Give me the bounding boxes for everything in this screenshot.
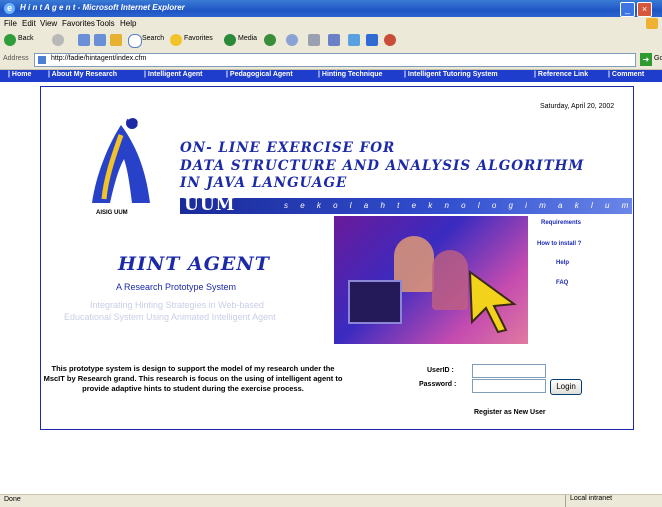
research-icon[interactable] (384, 34, 396, 46)
back-button[interactable]: Back (18, 35, 34, 42)
logo-caption: AISIG UUM (96, 210, 128, 216)
password-label: Password : (419, 381, 457, 388)
research-description: This prototype system is design to suppo… (43, 364, 343, 393)
nav-intelligent-agent[interactable]: | Intelligent Agent (144, 71, 202, 78)
search-button[interactable]: Search (142, 35, 164, 42)
login-button[interactable]: Login (550, 379, 582, 395)
minimize-button[interactable]: _ (620, 2, 635, 17)
menu-help[interactable]: Help (120, 19, 136, 28)
uum-wordmark: UUM (184, 195, 236, 215)
close-button[interactable]: × (637, 2, 652, 17)
stop-icon[interactable] (78, 34, 90, 46)
header-line-1: ON- LINE EXERCISE FOR (180, 140, 396, 156)
header-line-3: IN JAVA LANGUAGE (180, 175, 348, 191)
menu-bar: File Edit View Favorites Tools Help (0, 17, 662, 32)
history-icon[interactable] (264, 34, 276, 46)
nav-home[interactable]: | Home (8, 71, 31, 78)
back-arrow-icon[interactable] (4, 34, 16, 46)
print-icon[interactable] (308, 34, 320, 46)
menu-view[interactable]: View (40, 19, 57, 28)
students-at-computer-image (334, 216, 528, 344)
media-icon[interactable] (224, 34, 236, 46)
nav-hinting-technique[interactable]: | Hinting Technique (318, 71, 382, 78)
star-icon[interactable] (170, 34, 182, 46)
tagline-line-2: Educational System Using Animated Intell… (64, 312, 276, 322)
nav-intelligent-tutoring-system[interactable]: | Intelligent Tutoring System (404, 71, 498, 78)
refresh-icon[interactable] (94, 34, 106, 46)
menu-favorites[interactable]: Favorites (62, 19, 95, 28)
edit-icon[interactable] (328, 34, 340, 46)
student-figure (432, 250, 468, 310)
window-title: H i n t A g e n t - Microsoft Internet E… (20, 3, 185, 12)
address-label: Address (3, 55, 29, 62)
aisig-logo-icon (92, 116, 150, 203)
link-help[interactable]: Help (556, 260, 569, 266)
home-icon[interactable] (110, 34, 122, 46)
mail-icon[interactable] (286, 34, 298, 46)
link-requirements[interactable]: Requirements (541, 220, 581, 226)
status-text: Done (4, 496, 21, 503)
userid-input[interactable] (472, 364, 546, 378)
cursor-arrow-icon (468, 270, 517, 334)
site-nav-bar: | Home | About My Research | Intelligent… (0, 70, 662, 82)
link-faq[interactable]: FAQ (556, 280, 568, 286)
go-arrow-icon[interactable]: ➜ (640, 53, 652, 66)
faculty-name: s e k o l a h t e k n o l o g i m a k l … (284, 201, 662, 210)
messenger-icon[interactable] (366, 34, 378, 46)
link-how-to-install[interactable]: How to install ? (537, 241, 581, 247)
media-button[interactable]: Media (238, 35, 257, 42)
monitor-shape (348, 280, 402, 324)
password-input[interactable] (472, 379, 546, 393)
header-line-2: DATA STRUCTURE AND ANALYSIS ALGORITHM (180, 158, 585, 174)
tagline-line-1: Integrating Hinting Strategies in Web-ba… (90, 300, 264, 310)
nav-pedagogical-agent[interactable]: | Pedagogical Agent (226, 71, 293, 78)
menu-file[interactable]: File (4, 19, 17, 28)
go-button[interactable]: Go (654, 55, 662, 62)
hint-agent-subtitle: A Research Prototype System (116, 282, 237, 292)
menu-tools[interactable]: Tools (96, 19, 115, 28)
address-bar: Address http://fadie/hintagent/index.cfm… (0, 51, 662, 70)
page-date: Saturday, April 20, 2002 (540, 103, 615, 110)
windows-flag-icon (646, 18, 658, 29)
security-zone: Local intranet (565, 495, 612, 507)
address-input[interactable]: http://fadie/hintagent/index.cfm (34, 53, 636, 67)
window-title-bar: e H i n t A g e n t - Microsoft Internet… (0, 0, 662, 17)
nav-about-my-research[interactable]: | About My Research (48, 71, 117, 78)
nav-comment[interactable]: | Comment (608, 71, 644, 78)
nav-reference-link[interactable]: | Reference Link (534, 71, 588, 78)
search-icon[interactable] (128, 34, 142, 48)
userid-label: UserID : (427, 367, 454, 374)
menu-edit[interactable]: Edit (22, 19, 36, 28)
forward-arrow-icon[interactable] (52, 34, 64, 46)
page-icon (38, 56, 46, 64)
register-link[interactable]: Register as New User (474, 409, 546, 416)
ie-logo-icon: e (4, 3, 15, 14)
status-bar: Done Local intranet (0, 494, 662, 507)
toolbar: Back Search Favorites Media (0, 31, 662, 52)
favorites-button[interactable]: Favorites (184, 35, 213, 42)
address-url[interactable]: http://fadie/hintagent/index.cfm (51, 55, 146, 62)
hint-agent-title: HINT AGENT (118, 253, 270, 275)
discuss-icon[interactable] (348, 34, 360, 46)
